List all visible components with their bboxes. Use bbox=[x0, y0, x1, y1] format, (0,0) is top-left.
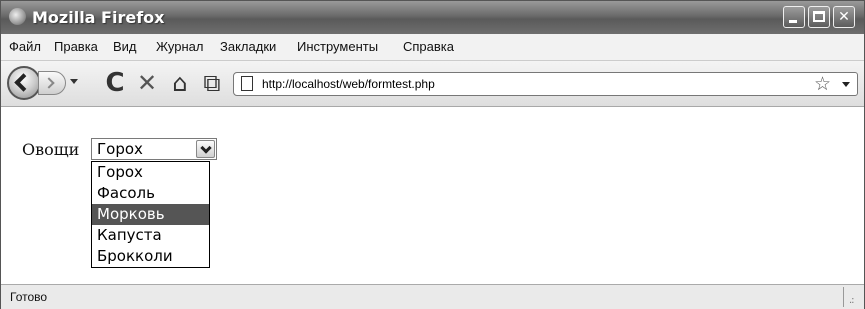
status-text: Готово bbox=[10, 290, 48, 304]
vegetables-select[interactable]: Горох bbox=[91, 138, 217, 160]
back-icon[interactable] bbox=[7, 66, 41, 100]
window-title: Mozilla Firefox bbox=[32, 8, 165, 27]
home-icon[interactable]: ⌂ bbox=[166, 69, 194, 97]
status-divider bbox=[843, 287, 844, 307]
menu-file[interactable]: Файл bbox=[9, 39, 41, 54]
maximize-icon bbox=[813, 11, 825, 22]
close-icon: ✕ bbox=[838, 9, 850, 25]
page-content: Овощи Горох Горох Фасоль Морковь Капуста… bbox=[1, 107, 864, 284]
option-cabbage[interactable]: Капуста bbox=[92, 225, 209, 246]
option-peas[interactable]: Горох bbox=[92, 162, 209, 183]
menu-bookmarks[interactable]: Закладки bbox=[220, 39, 276, 54]
url-dropdown-icon[interactable] bbox=[842, 82, 850, 87]
star-icon[interactable]: ☆ bbox=[814, 73, 831, 95]
menu-help[interactable]: Справка bbox=[403, 39, 454, 54]
forward-icon[interactable] bbox=[38, 71, 66, 95]
firefox-logo-icon bbox=[9, 8, 26, 25]
option-beans[interactable]: Фасоль bbox=[92, 183, 209, 204]
stop-icon[interactable]: ✕ bbox=[133, 69, 161, 97]
status-bar: Готово .: bbox=[1, 284, 864, 309]
reload-icon[interactable]: C bbox=[101, 69, 129, 97]
option-broccoli[interactable]: Брокколи bbox=[92, 246, 209, 267]
browser-window: Mozilla Firefox ✕ Файл Правка Вид Журнал… bbox=[0, 0, 865, 309]
vegetables-label: Овощи bbox=[22, 140, 80, 159]
chevron-down-icon[interactable] bbox=[196, 140, 215, 158]
maximize-button[interactable] bbox=[808, 6, 830, 28]
menu-tools[interactable]: Инструменты bbox=[297, 39, 378, 54]
title-bar[interactable]: Mozilla Firefox ✕ bbox=[1, 1, 864, 34]
navigation-toolbar: C ✕ ⌂ ⧉ http://localhost/web/formtest.ph… bbox=[1, 61, 864, 107]
page-icon bbox=[241, 76, 253, 91]
close-button[interactable]: ✕ bbox=[833, 6, 855, 28]
bookmark-add-icon[interactable]: ⧉ bbox=[198, 69, 226, 97]
menu-edit[interactable]: Правка bbox=[54, 39, 98, 54]
menu-bar: Файл Правка Вид Журнал Закладки Инструме… bbox=[1, 34, 864, 61]
url-text[interactable]: http://localhost/web/formtest.php bbox=[262, 77, 435, 91]
menu-view[interactable]: Вид bbox=[113, 39, 137, 54]
select-value: Горох bbox=[97, 140, 143, 158]
minimize-icon bbox=[789, 20, 797, 23]
menu-history[interactable]: Журнал bbox=[156, 39, 203, 54]
minimize-button[interactable] bbox=[783, 6, 805, 28]
history-dropdown-icon[interactable] bbox=[70, 79, 78, 84]
resize-grip-icon[interactable]: .: bbox=[849, 295, 854, 306]
url-input[interactable]: http://localhost/web/formtest.php ☆ bbox=[233, 72, 858, 96]
option-carrot[interactable]: Морковь bbox=[92, 204, 209, 225]
dropdown-list: Горох Фасоль Морковь Капуста Брокколи bbox=[91, 161, 210, 268]
